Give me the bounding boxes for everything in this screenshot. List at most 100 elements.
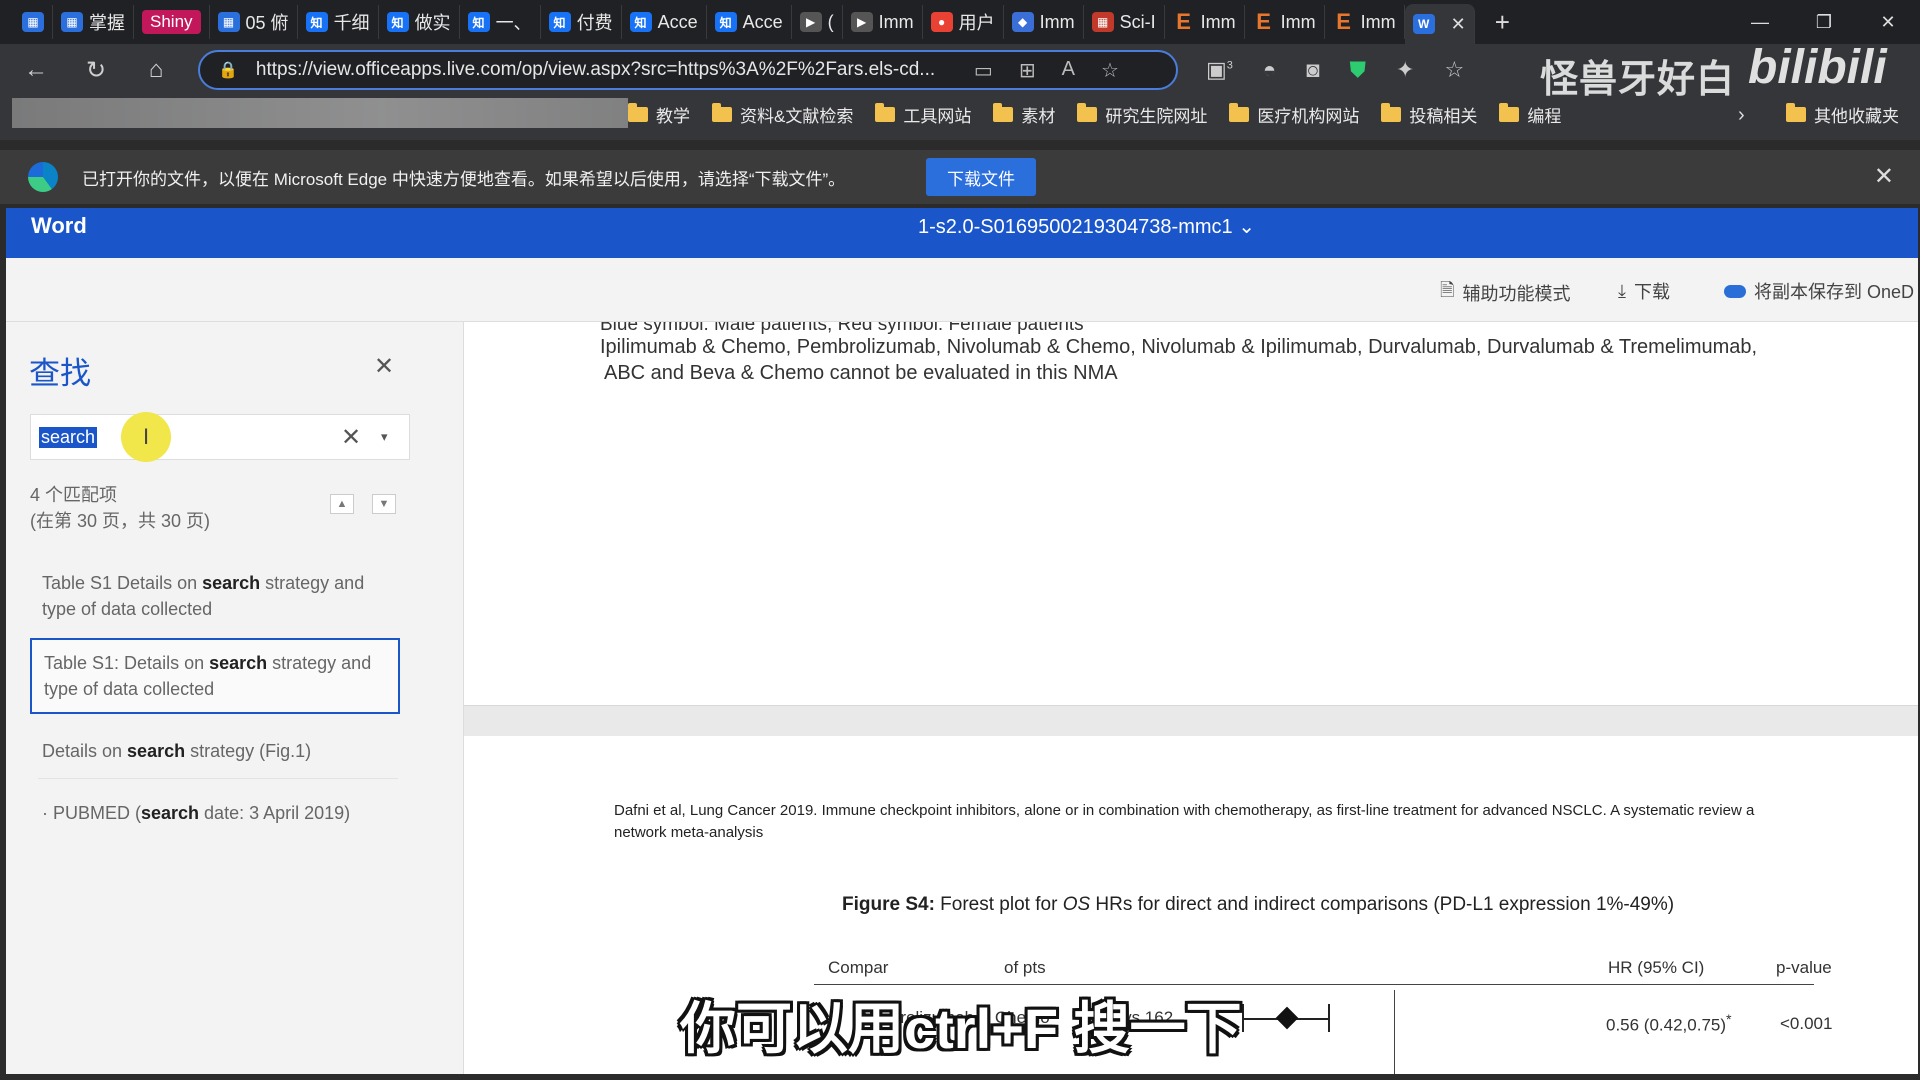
tab-17[interactable]: E Imm bbox=[1325, 5, 1405, 39]
tab-7[interactable]: 知付费 bbox=[541, 5, 622, 39]
bookmark-folder[interactable]: 工具网站 bbox=[875, 102, 971, 127]
download-button[interactable]: ⤓ 下载 bbox=[1618, 278, 1670, 304]
clear-search-icon[interactable]: ✕ bbox=[341, 423, 361, 452]
tab-6[interactable]: 知一、 bbox=[460, 5, 541, 39]
match-count: 4 个匹配项 (在第 30 页，共 30 页) bbox=[30, 482, 210, 534]
match-count-text: 4 个匹配项 bbox=[30, 485, 118, 505]
bookmark-folder[interactable]: 研究生院网址 bbox=[1077, 102, 1207, 127]
citation-text: network meta-analysis bbox=[614, 824, 764, 841]
page-icon: ▶ bbox=[799, 12, 822, 32]
favorite-star-icon[interactable]: ☆ bbox=[1101, 58, 1119, 83]
bookmark-label: 医疗机构网站 bbox=[1257, 107, 1360, 126]
favorites-icon[interactable]: ☆ bbox=[1444, 57, 1464, 83]
figure-caption: Figure S4: Forest plot for OS HRs for di… bbox=[842, 894, 1674, 916]
figure-caption-os: OS bbox=[1062, 894, 1091, 915]
close-tab-icon[interactable]: ✕ bbox=[1451, 14, 1466, 35]
zhihu-icon: 知 bbox=[548, 12, 571, 32]
accessibility-mode-button[interactable]: 🗎 辅助功能模式 bbox=[1440, 278, 1570, 308]
document-title-text: 1-s2.0-S0169500219304738-mmc1 bbox=[918, 216, 1233, 238]
refresh-icon[interactable]: ↻ bbox=[72, 50, 120, 90]
home-icon[interactable]: ⌂ bbox=[132, 50, 180, 90]
elsevier-icon: E bbox=[1336, 9, 1351, 34]
tab-label: ( bbox=[827, 11, 834, 32]
zhihu-icon: 知 bbox=[386, 12, 409, 32]
workspaces-icon[interactable]: ▦ bbox=[14, 5, 53, 39]
search-query-selected[interactable]: search bbox=[39, 427, 98, 448]
download-file-button[interactable]: 下载文件 bbox=[926, 158, 1036, 196]
search-result-item[interactable]: Table S1 Details on search strategy and … bbox=[30, 560, 400, 632]
bookmark-label: 教学 bbox=[656, 107, 690, 126]
tab-11[interactable]: ▶ Imm bbox=[843, 5, 923, 39]
bookmark-folder[interactable]: 投稿相关 bbox=[1381, 102, 1477, 127]
find-search-input[interactable]: search I ✕ ▾ bbox=[30, 412, 410, 462]
tab-8[interactable]: 知 Acce bbox=[622, 5, 707, 39]
search-options-dropdown-icon[interactable]: ▾ bbox=[381, 429, 388, 445]
tab-active-word[interactable]: W ✕ bbox=[1404, 4, 1475, 44]
tab-16[interactable]: E Imm bbox=[1245, 5, 1325, 39]
download-icon: ⤓ bbox=[1618, 280, 1626, 301]
tab-label: 掌握 bbox=[89, 13, 125, 33]
search-result-item[interactable]: Details on search strategy (Fig.1) bbox=[30, 728, 400, 774]
bookmark-folder[interactable]: 编程 bbox=[1499, 102, 1561, 127]
next-match-icon[interactable]: ▼ bbox=[372, 494, 396, 514]
tab-15[interactable]: E Imm bbox=[1165, 5, 1245, 39]
search-result-item-selected[interactable]: Table S1: Details on search strategy and… bbox=[30, 638, 400, 714]
info-message: 已打开你的文件，以便在 Microsoft Edge 中快速方便地查看。如果希望… bbox=[82, 169, 846, 189]
save-to-onedrive-button[interactable]: 将副本保存到 OneD bbox=[1724, 278, 1914, 304]
zhihu-icon: 知 bbox=[467, 12, 490, 32]
bookmarks-overflow-chevron-icon[interactable]: › bbox=[1738, 104, 1745, 127]
apps-icon[interactable]: ⊞ bbox=[1019, 58, 1036, 83]
url-text[interactable]: https://view.officeapps.live.com/op/view… bbox=[256, 59, 946, 81]
document-viewer[interactable]: Blue symbol: Male patients; Red symbol: … bbox=[464, 322, 1918, 1074]
bilibili-logo: bilibili bbox=[1748, 41, 1887, 94]
other-bookmarks[interactable]: 其他收藏夹 bbox=[1786, 102, 1899, 127]
app-name[interactable]: Word bbox=[31, 213, 87, 239]
button-label: 辅助功能模式 bbox=[1462, 284, 1571, 304]
word-icon: W bbox=[1412, 14, 1435, 34]
tab-3[interactable]: ▦ 05 俯 bbox=[210, 5, 298, 39]
bookmark-folder[interactable]: 教学 bbox=[628, 102, 690, 127]
bookmark-folder[interactable]: 资料&文献检索 bbox=[712, 102, 853, 127]
new-tab-button[interactable]: + bbox=[1495, 7, 1510, 38]
close-infobar-icon[interactable]: ✕ bbox=[1874, 162, 1894, 191]
zhihu-icon: 知 bbox=[629, 12, 652, 32]
edge-logo-icon bbox=[28, 162, 58, 192]
button-label: 下载 bbox=[1633, 282, 1670, 302]
tab-5[interactable]: 知做实 bbox=[379, 5, 460, 39]
immersive-reader-icon[interactable]: ▭ bbox=[974, 58, 993, 83]
search-result-item[interactable]: · PUBMED (search date: 3 April 2019) bbox=[30, 790, 400, 836]
previous-match-icon[interactable]: ▲ bbox=[330, 494, 354, 514]
tab-9[interactable]: 知 Acce bbox=[707, 5, 792, 39]
tab-10[interactable]: ▶( bbox=[792, 5, 843, 39]
edge-info-bar: 已打开你的文件，以便在 Microsoft Edge 中快速方便地查看。如果希望… bbox=[0, 150, 1920, 204]
bookmark-label: 研究生院网址 bbox=[1105, 107, 1208, 126]
read-aloud-icon[interactable]: A bbox=[1062, 58, 1075, 83]
extension-icon[interactable]: ◓ bbox=[1263, 57, 1276, 83]
figure-label: Figure S4: bbox=[842, 894, 935, 915]
address-bar[interactable]: 🔒 https://view.officeapps.live.com/op/vi… bbox=[198, 50, 1178, 90]
bookmark-folder[interactable]: 医疗机构网站 bbox=[1229, 102, 1359, 127]
bookmark-folder[interactable]: 素材 bbox=[993, 102, 1055, 127]
close-find-pane-icon[interactable]: ✕ bbox=[374, 352, 394, 381]
tab-2[interactable]: Shiny bbox=[134, 5, 210, 39]
tab-1[interactable]: ▦ 掌握 bbox=[53, 5, 134, 39]
bookmark-label: 投稿相关 bbox=[1409, 107, 1478, 126]
extensions-puzzle-icon[interactable]: ✦ bbox=[1396, 57, 1414, 83]
extension-mask-icon[interactable]: ◙ bbox=[1306, 57, 1319, 83]
button-label: 将副本保存到 OneD bbox=[1754, 282, 1915, 302]
extension-badge-icon[interactable]: ▣3 bbox=[1206, 57, 1233, 83]
folder-icon bbox=[875, 103, 896, 122]
tab-label: Acce bbox=[742, 11, 783, 32]
tab-4[interactable]: 知千细 bbox=[298, 5, 379, 39]
tab-13[interactable]: ◆ Imm bbox=[1004, 5, 1084, 39]
tab-14[interactable]: ▦ Sci-I bbox=[1084, 5, 1165, 39]
column-header-pvalue: p-value bbox=[1776, 958, 1832, 977]
shield-icon[interactable]: ⛊ bbox=[1350, 57, 1367, 83]
document-title[interactable]: 1-s2.0-S0169500219304738-mmc1 ⌄ bbox=[918, 214, 1255, 239]
lock-icon[interactable]: 🔒 bbox=[218, 60, 238, 80]
close-window-icon[interactable]: ✕ bbox=[1856, 0, 1920, 44]
back-icon[interactable]: ← bbox=[12, 50, 60, 90]
tab-12[interactable]: ● 用户 bbox=[923, 5, 1004, 39]
maximize-icon[interactable]: ❐ bbox=[1792, 0, 1856, 44]
minimize-icon[interactable]: — bbox=[1728, 0, 1792, 44]
